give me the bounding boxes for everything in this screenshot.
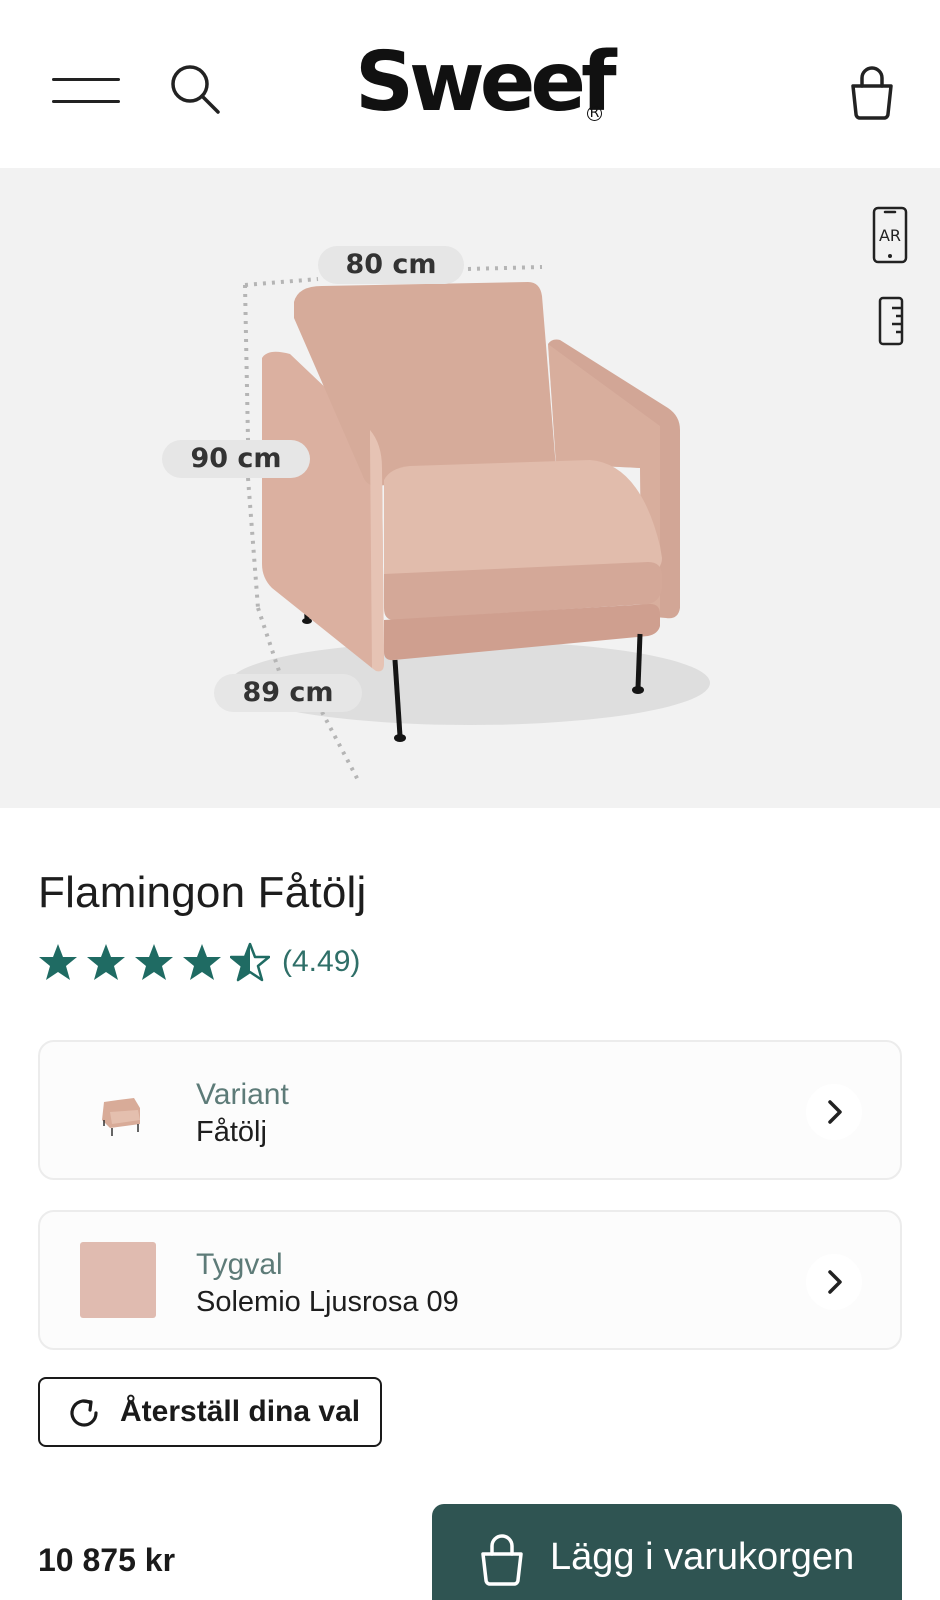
ruler-icon[interactable] — [878, 296, 904, 346]
product-gallery[interactable]: 80 cm 90 cm 89 cm AR — [0, 168, 940, 808]
ar-label: AR — [879, 226, 901, 245]
menu-icon[interactable] — [52, 76, 120, 106]
product-title: Flamingon Fåtölj — [38, 868, 367, 917]
variant-thumbnail — [102, 1098, 140, 1136]
variant-label: Variant — [196, 1078, 289, 1111]
fabric-selector[interactable]: Tygval Solemio Ljusrosa 09 — [38, 1210, 902, 1350]
search-icon[interactable] — [168, 62, 224, 118]
star-full-icon — [87, 944, 125, 980]
site-logo[interactable]: Sweef R — [355, 35, 617, 130]
shopping-bag-icon — [481, 1534, 523, 1586]
variant-value: Fåtölj — [196, 1116, 267, 1148]
star-full-icon — [39, 944, 77, 980]
ar-phone-icon[interactable]: AR — [872, 206, 908, 264]
registered-mark: R — [587, 106, 602, 121]
rating-value: (4.49) — [282, 945, 361, 978]
reset-selections-button[interactable]: Återställ dina val — [38, 1377, 382, 1447]
fabric-swatch — [80, 1242, 156, 1318]
chevron-right-icon[interactable] — [806, 1254, 862, 1310]
fabric-label: Tygval — [196, 1248, 283, 1281]
add-to-cart-button[interactable]: Lägg i varukorgen — [432, 1504, 902, 1600]
add-to-cart-label: Lägg i varukorgen — [550, 1536, 855, 1578]
dimension-width-label: 80 cm — [318, 246, 464, 284]
reset-label: Återställ dina val — [120, 1395, 361, 1428]
variant-selector[interactable]: Variant Fåtölj — [38, 1040, 902, 1180]
star-half-icon — [230, 942, 270, 982]
star-full-icon — [135, 944, 173, 980]
star-full-icon — [183, 944, 221, 980]
product-rating[interactable]: (4.49) — [38, 940, 360, 984]
dimension-depth-label: 89 cm — [214, 674, 362, 712]
dimension-height-label: 90 cm — [162, 440, 310, 478]
shopping-bag-icon[interactable] — [848, 66, 896, 122]
chevron-right-icon[interactable] — [806, 1084, 862, 1140]
fabric-value: Solemio Ljusrosa 09 — [196, 1286, 459, 1318]
logo-text: Sweef — [355, 35, 617, 130]
site-header: Sweef R — [0, 0, 940, 168]
product-price: 10 875 kr — [38, 1542, 176, 1578]
armchair-image — [230, 265, 710, 781]
refresh-icon — [70, 1399, 98, 1427]
